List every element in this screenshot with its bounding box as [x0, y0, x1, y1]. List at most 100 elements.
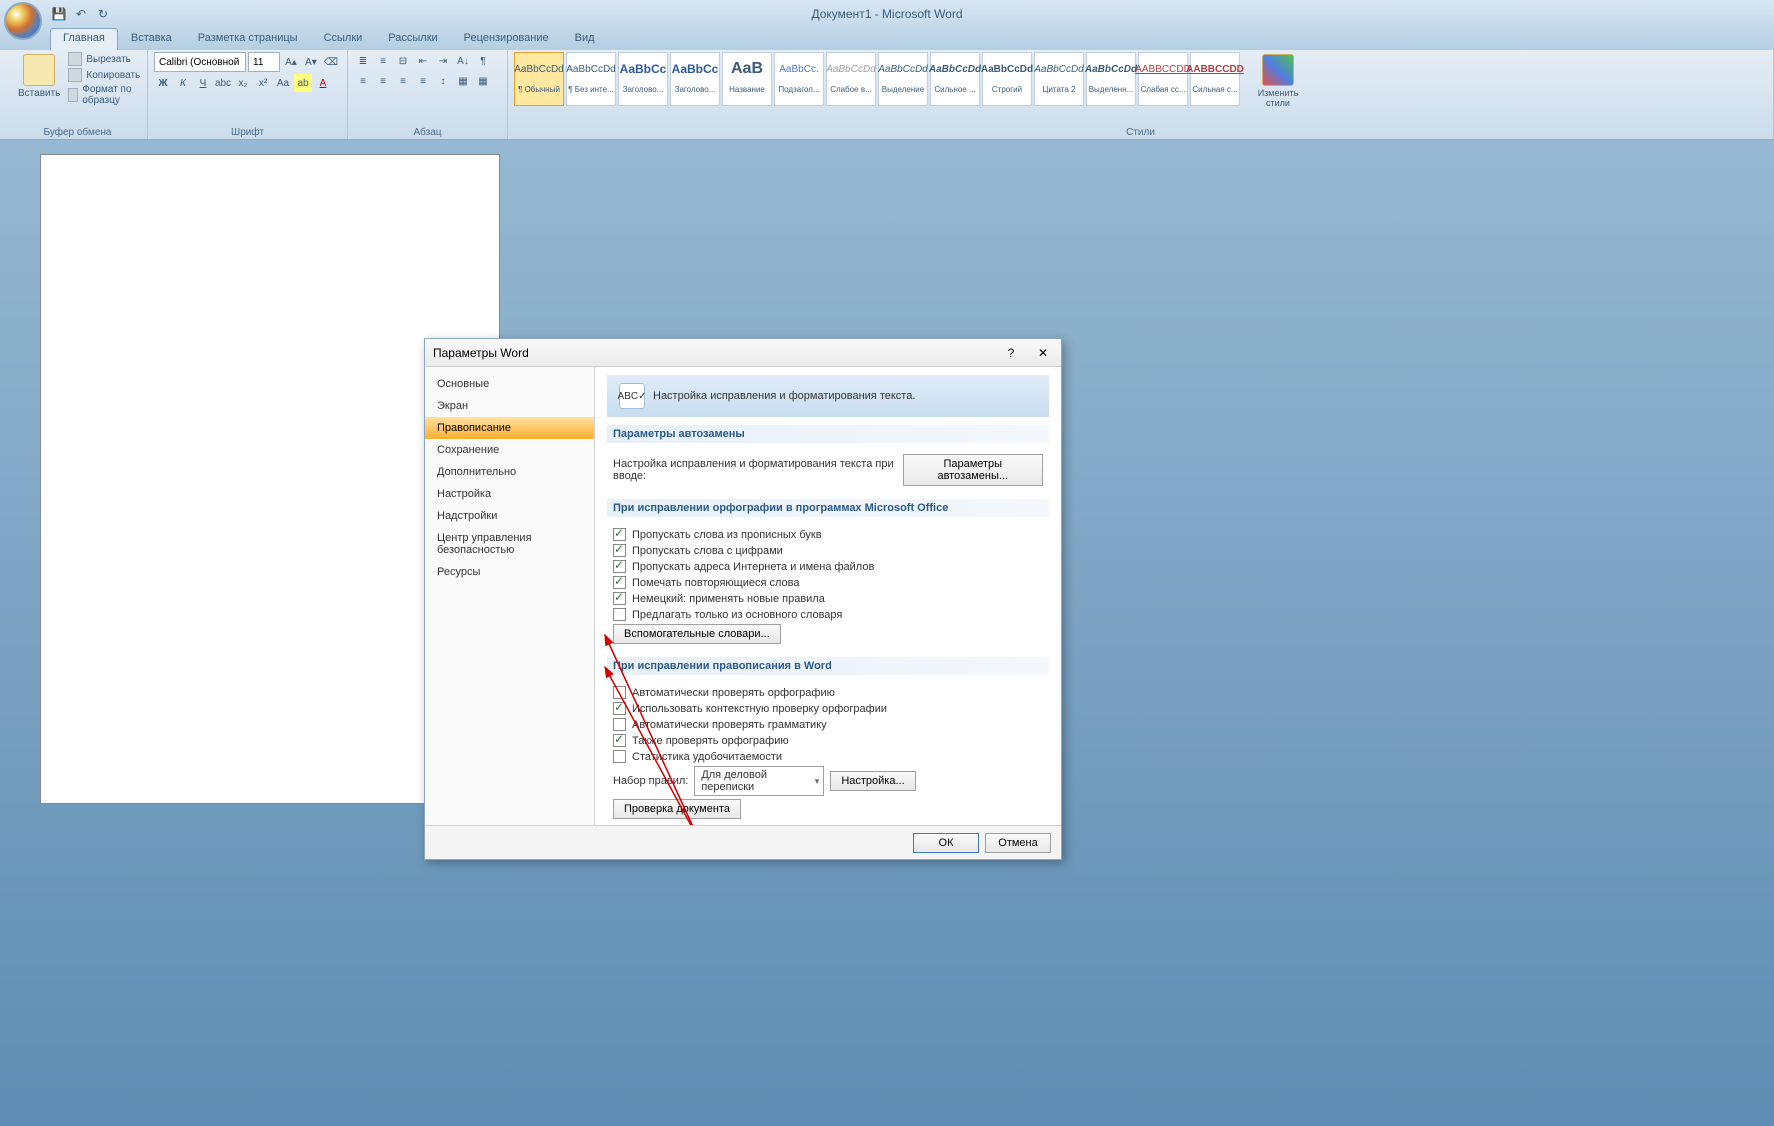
ruleset-label: Набор правил: [613, 775, 688, 787]
styles-label: Стили [508, 127, 1773, 138]
align-right-icon[interactable]: ≡ [394, 72, 412, 90]
font-size-select[interactable] [248, 52, 280, 72]
format-painter-button[interactable]: Формат по образцу [68, 84, 141, 106]
dialog-nav: Основные Экран Правописание Сохранение Д… [425, 367, 595, 825]
cut-icon [68, 52, 82, 66]
tab-home[interactable]: Главная [50, 28, 118, 50]
shading-icon[interactable]: ▦ [454, 72, 472, 90]
sort-icon[interactable]: A↓ [454, 52, 472, 70]
chk-also-spell[interactable] [613, 734, 626, 747]
redo-icon[interactable]: ↻ [94, 5, 112, 23]
abc-icon: ABC✓ [619, 383, 645, 409]
change-styles-icon [1262, 54, 1294, 86]
bullets-icon[interactable]: ≣ [354, 52, 372, 70]
numbering-icon[interactable]: ≡ [374, 52, 392, 70]
tab-layout[interactable]: Разметка страницы [185, 28, 311, 50]
chk-main-dict-only[interactable] [613, 608, 626, 621]
underline-icon[interactable]: Ч [194, 74, 212, 92]
tab-review[interactable]: Рецензирование [451, 28, 562, 50]
chk-auto-spell[interactable] [613, 686, 626, 699]
cut-button[interactable]: Вырезать [68, 52, 141, 66]
tab-view[interactable]: Вид [562, 28, 608, 50]
style-item[interactable]: AaBbCcDdЦитата 2 [1034, 52, 1084, 106]
autocorrect-options-button[interactable]: Параметры автозамены... [903, 454, 1043, 486]
chk-ignore-numbers[interactable] [613, 544, 626, 557]
tab-references[interactable]: Ссылки [311, 28, 376, 50]
bold-icon[interactable]: Ж [154, 74, 172, 92]
italic-icon[interactable]: К [174, 74, 192, 92]
style-item[interactable]: AaBbCcDd¶ Обычный [514, 52, 564, 106]
undo-icon[interactable]: ↶ [72, 5, 90, 23]
nav-trust[interactable]: Центр управления безопасностью [425, 527, 594, 561]
style-item[interactable]: AaBbCcDdСтрогий [982, 52, 1032, 106]
style-item[interactable]: AABBCCDDСлабая сс... [1138, 52, 1188, 106]
style-item[interactable]: AaBbCcDd¶ Без инте... [566, 52, 616, 106]
recheck-button[interactable]: Проверка документа [613, 799, 741, 819]
case-icon[interactable]: Aa [274, 74, 292, 92]
paste-button[interactable]: Вставить [14, 52, 64, 137]
titlebar: 💾 ↶ ↻ Документ1 - Microsoft Word [0, 0, 1774, 28]
chk-readability[interactable] [613, 750, 626, 763]
superscript-icon[interactable]: x² [254, 74, 272, 92]
chk-ignore-urls[interactable] [613, 560, 626, 573]
align-left-icon[interactable]: ≡ [354, 72, 372, 90]
nav-advanced[interactable]: Дополнительно [425, 461, 594, 483]
group-paragraph: ≣ ≡ ⊟ ⇤ ⇥ A↓ ¶ ≡ ≡ ≡ ≡ ↕ ▦ ▦ Абзац [348, 50, 508, 139]
chk-german[interactable] [613, 592, 626, 605]
section-word-proofing: При исправлении правописания в Word [607, 657, 1049, 675]
chk-auto-grammar[interactable] [613, 718, 626, 731]
tab-insert[interactable]: Вставка [118, 28, 185, 50]
justify-icon[interactable]: ≡ [414, 72, 432, 90]
styles-gallery[interactable]: AaBbCcDd¶ ОбычныйAaBbCcDd¶ Без инте...Aa… [514, 52, 1240, 137]
nav-proofing[interactable]: Правописание [425, 417, 594, 439]
nav-customize[interactable]: Настройка [425, 483, 594, 505]
shrink-font-icon[interactable]: A▾ [302, 53, 320, 71]
nav-addins[interactable]: Надстройки [425, 505, 594, 527]
word-options-dialog: Параметры Word ? ✕ Основные Экран Правоп… [424, 338, 1062, 860]
style-item[interactable]: AABBCCDDСильная с... [1190, 52, 1240, 106]
nav-resources[interactable]: Ресурсы [425, 561, 594, 583]
style-item[interactable]: AaBbCc.Подзагол... [774, 52, 824, 106]
show-marks-icon[interactable]: ¶ [474, 52, 492, 70]
change-styles-button[interactable]: Изменить стили [1250, 52, 1306, 137]
font-name-select[interactable] [154, 52, 246, 72]
grow-font-icon[interactable]: A▴ [282, 53, 300, 71]
strike-icon[interactable]: abc [214, 74, 232, 92]
outdent-icon[interactable]: ⇤ [414, 52, 432, 70]
nav-save[interactable]: Сохранение [425, 439, 594, 461]
style-item[interactable]: AaBbCcЗаголово... [618, 52, 668, 106]
font-color-icon[interactable]: A [314, 74, 332, 92]
ok-button[interactable]: ОК [913, 833, 979, 853]
custom-dicts-button[interactable]: Вспомогательные словари... [613, 624, 781, 644]
style-item[interactable]: AaBbCcЗаголово... [670, 52, 720, 106]
office-button[interactable] [4, 2, 42, 40]
chk-flag-repeated[interactable] [613, 576, 626, 589]
line-spacing-icon[interactable]: ↕ [434, 72, 452, 90]
tab-mailings[interactable]: Рассылки [375, 28, 450, 50]
nav-display[interactable]: Экран [425, 395, 594, 417]
style-item[interactable]: AaBbCcDdВыделенн... [1086, 52, 1136, 106]
indent-icon[interactable]: ⇥ [434, 52, 452, 70]
ruleset-settings-button[interactable]: Настройка... [830, 771, 915, 791]
ruleset-select[interactable]: Для деловой переписки [694, 766, 824, 796]
style-item[interactable]: AaBНазвание [722, 52, 772, 106]
help-button[interactable]: ? [1001, 346, 1021, 360]
copy-button[interactable]: Копировать [68, 68, 141, 82]
subscript-icon[interactable]: x₂ [234, 74, 252, 92]
multilevel-icon[interactable]: ⊟ [394, 52, 412, 70]
save-icon[interactable]: 💾 [50, 5, 68, 23]
highlight-icon[interactable]: ab [294, 74, 312, 92]
nav-general[interactable]: Основные [425, 373, 594, 395]
style-item[interactable]: AaBbCcDdСлабое в... [826, 52, 876, 106]
quick-access-toolbar: 💾 ↶ ↻ [50, 5, 112, 23]
cancel-button[interactable]: Отмена [985, 833, 1051, 853]
chk-contextual-spell[interactable] [613, 702, 626, 715]
borders-icon[interactable]: ▦ [474, 72, 492, 90]
align-center-icon[interactable]: ≡ [374, 72, 392, 90]
style-item[interactable]: AaBbCcDdВыделение [878, 52, 928, 106]
style-item[interactable]: AaBbCcDdСильное ... [930, 52, 980, 106]
clear-format-icon[interactable]: ⌫ [322, 53, 340, 71]
chk-ignore-uppercase[interactable] [613, 528, 626, 541]
close-button[interactable]: ✕ [1033, 346, 1053, 360]
section-autocorrect: Параметры автозамены [607, 425, 1049, 443]
